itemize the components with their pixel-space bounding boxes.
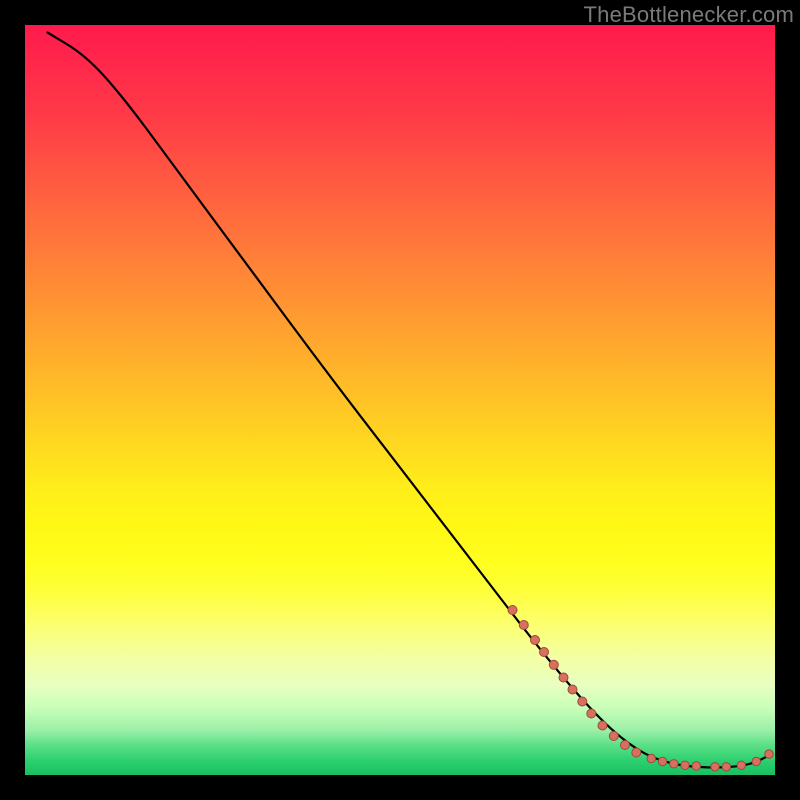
data-point xyxy=(722,763,730,771)
data-point xyxy=(647,754,655,762)
data-point xyxy=(609,732,618,741)
data-point xyxy=(711,763,719,771)
data-point xyxy=(737,761,745,769)
data-point xyxy=(531,636,540,645)
data-point xyxy=(670,760,678,768)
data-point xyxy=(681,761,689,769)
data-point xyxy=(765,750,773,758)
data-point xyxy=(692,762,700,770)
plot-area xyxy=(25,25,775,775)
data-point xyxy=(658,757,666,765)
data-point xyxy=(508,606,517,615)
data-point xyxy=(540,648,549,657)
data-point xyxy=(549,660,558,669)
data-point xyxy=(598,721,607,730)
data-point xyxy=(559,673,568,682)
data-point xyxy=(632,748,641,757)
data-point xyxy=(568,685,577,694)
data-point xyxy=(587,709,596,718)
watermark-label: TheBottlenecker.com xyxy=(584,2,794,28)
data-point xyxy=(752,757,760,765)
data-points xyxy=(508,606,773,772)
data-point xyxy=(578,697,587,706)
bottleneck-curve xyxy=(48,33,768,768)
chart-svg xyxy=(25,25,775,775)
data-point xyxy=(621,741,630,750)
data-point xyxy=(519,621,528,630)
chart-frame: TheBottlenecker.com xyxy=(0,0,800,800)
